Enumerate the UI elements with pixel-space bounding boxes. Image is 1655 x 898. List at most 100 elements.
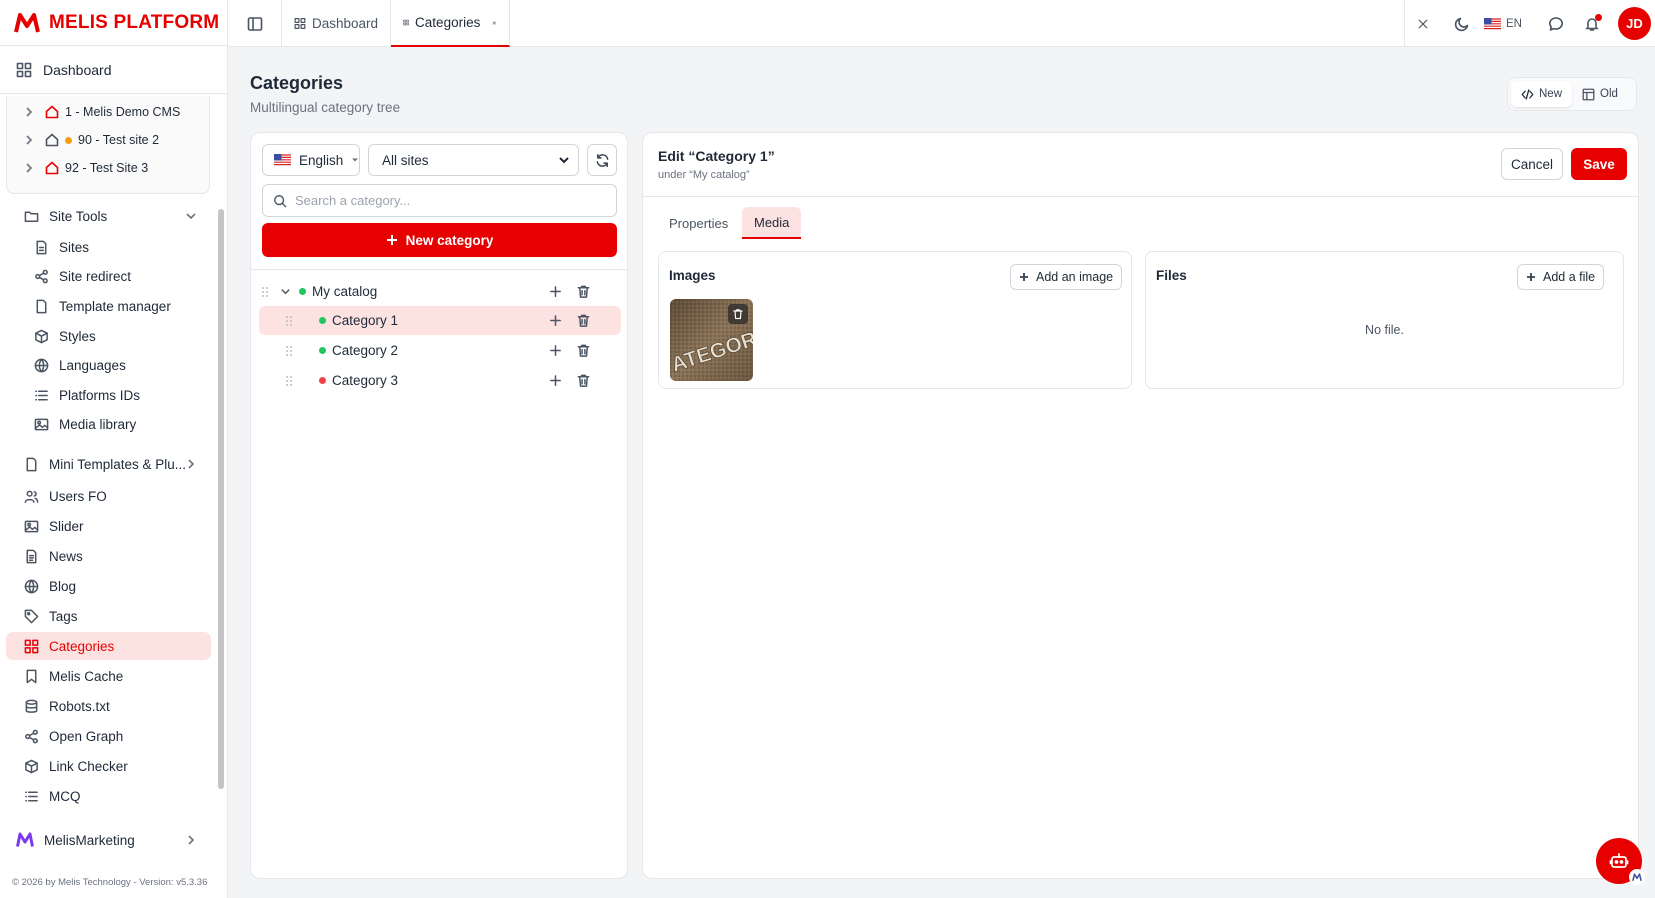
refresh-button[interactable] xyxy=(587,144,617,176)
chevron-right-icon[interactable] xyxy=(23,106,35,118)
view-old-button[interactable]: Old xyxy=(1572,81,1628,107)
theme-toggle-button[interactable] xyxy=(1440,16,1484,32)
add-file-button[interactable]: Add a file xyxy=(1517,264,1605,290)
sidebar-item-slider[interactable]: Slider xyxy=(6,512,211,540)
trash-icon[interactable] xyxy=(576,284,591,299)
sidebar: MELIS PLATFORM Dashboard 1 - Melis Demo … xyxy=(0,0,228,898)
edit-title: Edit “Category 1” xyxy=(658,148,775,164)
drag-handle-icon[interactable] xyxy=(285,315,293,327)
tree-node-category-2[interactable]: Category 2 xyxy=(259,336,621,365)
sidebar-item-media-library[interactable]: Media library xyxy=(6,410,211,438)
sidebar-item-melis-marketing[interactable]: MelisMarketing xyxy=(6,826,211,854)
sidebar-item-template-manager[interactable]: Template manager xyxy=(6,292,211,320)
sidebar-item-sites[interactable]: Sites xyxy=(6,233,211,261)
tree-node-category-1[interactable]: Category 1 xyxy=(259,306,621,335)
sidebar-item-styles[interactable]: Styles xyxy=(6,322,211,350)
category-search[interactable] xyxy=(262,184,617,217)
trash-icon[interactable] xyxy=(576,343,591,358)
list-icon xyxy=(35,390,48,400)
sidebar-item-robots[interactable]: Robots.txt xyxy=(6,692,211,720)
trash-icon[interactable] xyxy=(576,373,591,388)
grid-icon xyxy=(403,19,409,26)
sidebar-item-label: Template manager xyxy=(59,298,171,314)
site-tree-item[interactable]: 92 - Test Site 3 xyxy=(7,154,148,182)
add-child-icon[interactable] xyxy=(548,284,563,299)
list-icon xyxy=(25,791,38,801)
site-filter-select[interactable]: All sites xyxy=(368,144,579,176)
sidebar-item-label: Categories xyxy=(49,638,115,654)
sidebar-toggle-button[interactable] xyxy=(228,0,282,47)
tab-dashboard[interactable]: Dashboard xyxy=(282,0,391,47)
add-image-button[interactable]: Add an image xyxy=(1010,264,1123,290)
sidebar-item-melis-cache[interactable]: Melis Cache xyxy=(6,662,211,690)
language-select[interactable]: English xyxy=(262,144,360,176)
save-button[interactable]: Save xyxy=(1571,148,1627,180)
language-switcher[interactable]: EN xyxy=(1484,17,1522,30)
sidebar-item-dashboard[interactable]: Dashboard xyxy=(0,46,227,94)
sidebar-item-open-graph[interactable]: Open Graph xyxy=(6,722,211,750)
drag-handle-icon[interactable] xyxy=(285,375,293,387)
sidebar-item-languages[interactable]: Languages xyxy=(6,351,211,379)
cancel-button[interactable]: Cancel xyxy=(1501,148,1563,180)
file-icon xyxy=(36,299,47,313)
sidebar-item-blog[interactable]: Blog xyxy=(6,572,211,600)
tree-node-my-catalog[interactable]: My catalog xyxy=(259,277,621,306)
notifications-button[interactable] xyxy=(1574,13,1610,32)
tree-node-label: My catalog xyxy=(312,284,378,299)
category-search-input[interactable] xyxy=(295,193,595,208)
tree-node-category-3[interactable]: Category 3 xyxy=(259,366,621,395)
sidebar-item-mini-templates[interactable]: Mini Templates & Plu... xyxy=(6,450,211,478)
sidebar-item-users-fo[interactable]: Users FO xyxy=(6,482,211,510)
sidebar-item-site-redirect[interactable]: Site redirect xyxy=(6,262,211,290)
sidebar-item-categories[interactable]: Categories xyxy=(6,632,211,660)
view-new-button[interactable]: New xyxy=(1511,81,1573,107)
sidebar-item-platforms-ids[interactable]: Platforms IDs xyxy=(6,381,211,409)
close-tab-icon[interactable] xyxy=(492,18,497,28)
files-title: Files xyxy=(1156,268,1187,283)
drag-handle-icon[interactable] xyxy=(261,286,269,298)
sidebar-item-tags[interactable]: Tags xyxy=(6,602,211,630)
trash-icon[interactable] xyxy=(576,313,591,328)
category-image-thumbnail[interactable]: ATEGOR xyxy=(670,299,753,381)
tab-properties[interactable]: Properties xyxy=(657,207,740,239)
close-all-tabs-button[interactable] xyxy=(1404,0,1440,47)
bookmark-icon xyxy=(26,669,37,683)
sidebar-item-mcq[interactable]: MCQ xyxy=(6,782,211,810)
user-avatar[interactable]: JD xyxy=(1617,7,1651,40)
globe-icon xyxy=(34,358,49,372)
caret-down-icon xyxy=(352,158,359,162)
chevron-right-icon[interactable] xyxy=(185,458,197,470)
sidebar-item-label: MCQ xyxy=(49,788,81,804)
chevron-right-icon[interactable] xyxy=(23,162,35,174)
chevron-right-icon[interactable] xyxy=(23,134,35,146)
new-category-button[interactable]: New category xyxy=(262,223,617,257)
chevron-down-icon[interactable] xyxy=(185,210,197,222)
add-child-icon[interactable] xyxy=(548,343,563,358)
sidebar-scrollbar[interactable] xyxy=(218,209,224,789)
add-child-icon[interactable] xyxy=(548,373,563,388)
sidebar-item-link-checker[interactable]: Link Checker xyxy=(6,752,211,780)
site-tree-item[interactable]: 1 - Melis Demo CMS xyxy=(7,98,180,126)
images-title: Images xyxy=(669,268,716,283)
sidebar-item-label: Platforms IDs xyxy=(59,387,141,403)
brand-name: MELIS PLATFORM xyxy=(49,11,220,33)
messages-button[interactable] xyxy=(1538,16,1574,32)
status-dot xyxy=(319,377,326,384)
chevron-right-icon[interactable] xyxy=(185,834,197,846)
share-icon xyxy=(25,729,38,743)
delete-image-button[interactable] xyxy=(728,304,748,324)
sidebar-item-label: Site redirect xyxy=(59,268,132,284)
tab-media[interactable]: Media xyxy=(742,207,802,239)
drag-handle-icon[interactable] xyxy=(285,345,293,357)
sidebar-item-news[interactable]: News xyxy=(6,542,211,570)
site-tree-item[interactable]: 90 - Test site 2 xyxy=(7,126,159,154)
brand[interactable]: MELIS PLATFORM xyxy=(0,0,227,46)
tab-categories[interactable]: Categories xyxy=(391,0,510,47)
add-child-icon[interactable] xyxy=(548,313,563,328)
status-dot xyxy=(299,288,306,295)
images-card: Images Add an image ATEGOR xyxy=(658,251,1132,389)
sidebar-item-label: Styles xyxy=(59,328,96,344)
assistant-bot-button[interactable] xyxy=(1596,838,1645,885)
chevron-down-icon[interactable] xyxy=(280,286,291,297)
sidebar-item-site-tools[interactable]: Site Tools xyxy=(6,202,211,230)
